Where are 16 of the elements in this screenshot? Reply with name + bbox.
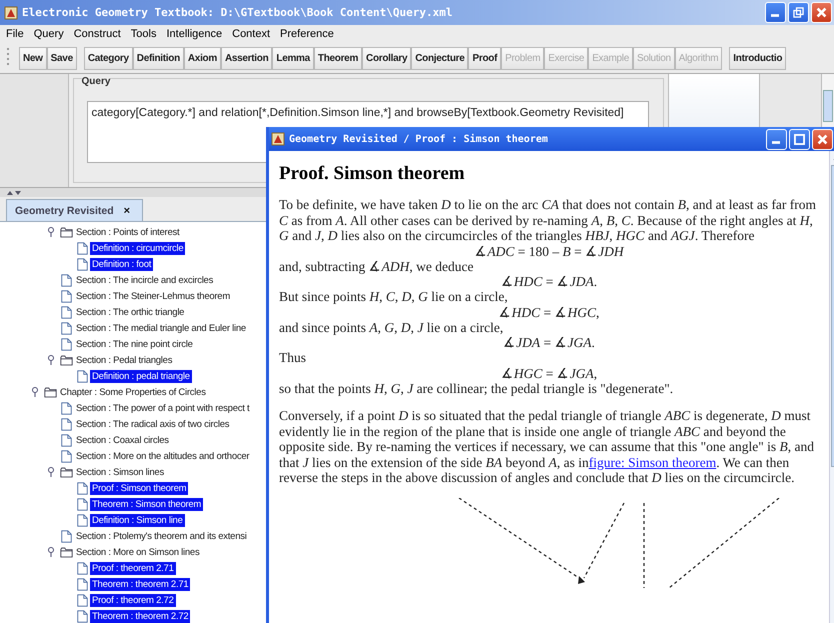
window-title: Geometry Revisited / Proof : Simson theorem [289,134,548,144]
window-title: Electronic Geometry Textbook: D:\GTextbook\Book Content\Query.xml [22,6,452,19]
proof-text: and since points A, G, D, J lie on a circle, [279,320,504,335]
proof-text: Thus [279,350,307,366]
proof-text: But since points H, C, D, G lie on a circle, [279,289,509,304]
formula: ∡ADC = 180 – B = ∡JDH [474,244,624,258]
formula: ∡HDC = ∡HGC, [498,304,600,320]
formula: ∡HDC = ∡JDA. [500,274,598,289]
query-title: Query [82,76,110,87]
formula: ∡JDA = ∡JGA. [503,335,595,350]
formula: ∡HGC = ∡JGA, [500,366,598,380]
proof-text: To be definite, we have taken D to lie on the arc CA that does not contain B, and at least as far from C as from A. All other cases can be derived by re-naming A, B, C. Because of the right angles at H, G and J, D lies also on the circumcircles of the triangles HBJ, HGC and AGJ. Therefore [279,197,818,244]
proof-text: so that the points H, G, J are collinear; the pedal triangle is "degenerate". [279,380,674,396]
proof-text: Conversely, if a point D is so situated that the pedal triangle of triangle ABC is degenerate, D must evidently lie in the region of the plane that is inside one angle of triangle ABC and beyond the opposite side. By re-naming the vertices if necessary, we can assume that this "one angle" is B, and that J lies on the extension of the side BA beyond A, as infigure: Simson theorem. We can then reverse the steps in the above discussion of angles and conclude that D lies on the circumcircle. [279,408,816,486]
proof-text: and, subtracting ∡ADH, we deduce [279,258,474,274]
proof-heading: Proof. Simson theorem [279,163,466,185]
